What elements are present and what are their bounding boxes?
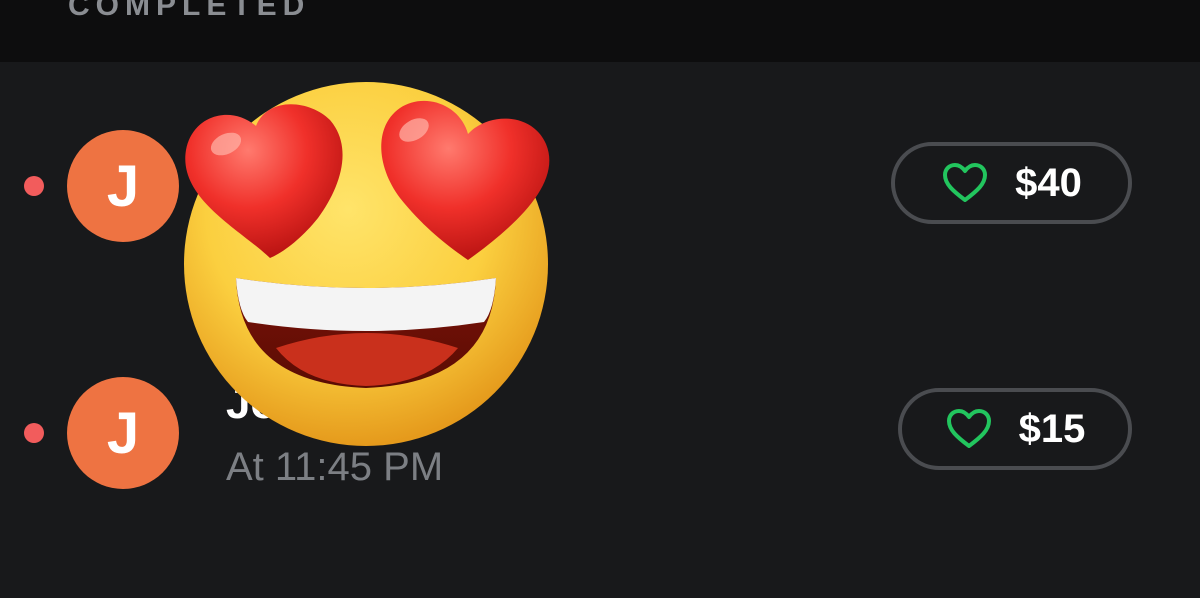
screen: COMPLETED J $40 J Jo s At 11:45 PM [0, 0, 1200, 598]
tip-amount-button[interactable]: $15 [898, 388, 1132, 470]
unread-indicator [24, 176, 44, 196]
avatar-initial: J [106, 153, 140, 219]
avatar-initial: J [106, 400, 140, 466]
heart-eyes-emoji-icon [178, 78, 554, 450]
tip-amount: $40 [1015, 160, 1082, 205]
unread-indicator [24, 423, 44, 443]
tip-amount: $15 [1018, 406, 1086, 451]
section-title: COMPLETED [68, 0, 311, 22]
heart-icon [945, 408, 993, 450]
section-header: COMPLETED [0, 0, 1200, 62]
tip-amount-button[interactable]: $40 [891, 142, 1132, 224]
avatar: J [67, 130, 179, 242]
avatar: J [67, 377, 179, 489]
row-time: At 11:45 PM [226, 445, 444, 489]
heart-icon [941, 162, 989, 204]
